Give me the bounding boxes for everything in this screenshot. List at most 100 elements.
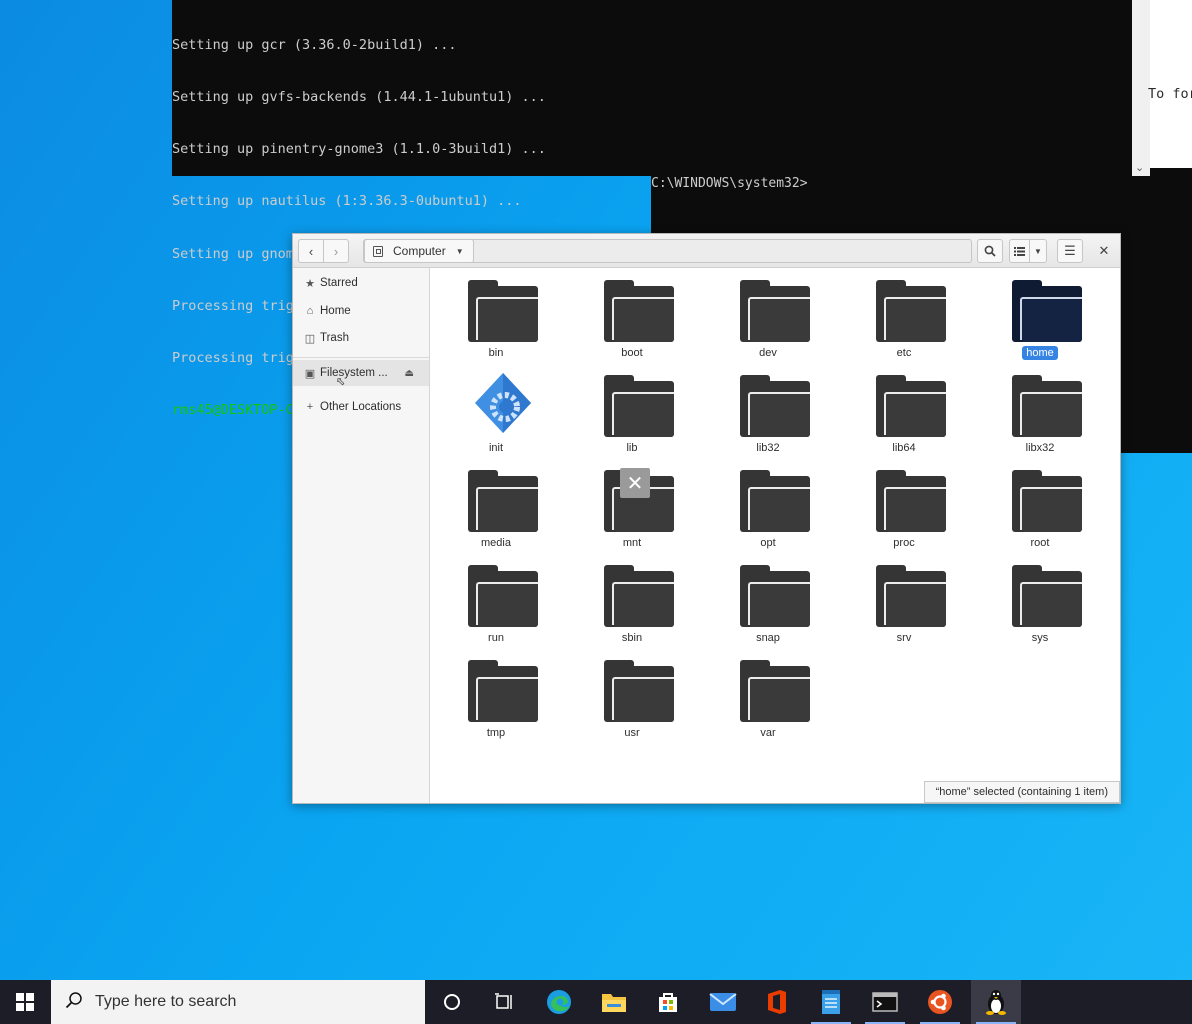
file-name: run (488, 632, 504, 644)
path-button-computer[interactable]: Computer ▼ (364, 239, 474, 263)
task-view-button[interactable] (479, 980, 529, 1024)
search-icon (65, 991, 87, 1014)
file-item-bin[interactable]: bin (431, 268, 541, 360)
sidebar-item-other-locations[interactable]: + Other Locations (293, 394, 429, 420)
view-options-button[interactable]: ▼ (1029, 239, 1047, 263)
caret-down-icon: ▼ (1034, 246, 1042, 256)
file-item-libx32[interactable]: libx32 (975, 363, 1085, 455)
linux-icon (986, 990, 1006, 1015)
file-item-init[interactable]: init (431, 363, 541, 455)
files-window[interactable]: ‹ › Computer ▼ ▼ ☰ ✕ ★ Starred ⌂ Home ◫ (292, 233, 1121, 804)
folder-icon (740, 470, 810, 532)
file-name: boot (621, 347, 643, 359)
sidebar-item-starred[interactable]: ★ Starred (293, 270, 429, 296)
file-item-etc[interactable]: etc (839, 268, 949, 360)
background-window-text: To for (1148, 86, 1192, 102)
file-name: sbin (621, 632, 643, 644)
terminal-line: Setting up gvfs-backends (1.44.1-1ubuntu… (172, 89, 546, 106)
file-name: var (760, 727, 776, 739)
sidebar-item-trash[interactable]: ◫ Trash (293, 325, 429, 351)
folder-icon (604, 660, 674, 722)
folder-icon (468, 565, 538, 627)
sidebar-item-label: Starred (320, 277, 358, 289)
file-name: snap (756, 632, 780, 644)
file-name: usr (624, 727, 640, 739)
file-item-dev[interactable]: dev (703, 268, 813, 360)
file-item-tmp[interactable]: tmp (431, 648, 541, 740)
file-item-label: proc (832, 537, 976, 549)
file-item-srv[interactable]: srv (839, 553, 949, 645)
sidebar-item-filesystem[interactable]: ▣ Filesystem ... ⏏ (293, 360, 429, 386)
file-item-snap[interactable]: snap (703, 553, 813, 645)
trash-icon: ◫ (304, 332, 316, 345)
terminal-line: Setting up nautilus (1:3.36.3-0ubuntu1) … (172, 193, 522, 210)
file-item-lib32[interactable]: lib32 (703, 363, 813, 455)
terminal-button[interactable] (860, 980, 910, 1024)
folder-icon (740, 660, 810, 722)
chevron-right-icon: › (333, 243, 339, 259)
store-button[interactable] (643, 980, 693, 1024)
eject-icon[interactable]: ⏏ (405, 368, 414, 379)
folder-icon (740, 375, 810, 437)
task-view-icon (495, 993, 512, 1009)
chevron-left-icon: ‹ (308, 243, 314, 259)
file-item-lib64[interactable]: lib64 (839, 363, 949, 455)
taskbar-search[interactable]: Type here to search (51, 980, 425, 1024)
office-button[interactable] (752, 980, 802, 1024)
file-item-media[interactable]: media (431, 458, 541, 550)
sidebar-item-home[interactable]: ⌂ Home (293, 298, 429, 324)
file-explorer-button[interactable] (589, 980, 639, 1024)
file-item-sbin[interactable]: sbin (567, 553, 677, 645)
file-name: lib64 (892, 442, 916, 454)
file-item-home[interactable]: home (975, 268, 1085, 360)
mouse-cursor-icon: ⬁ (336, 376, 346, 388)
file-item-sys[interactable]: sys (975, 553, 1085, 645)
file-item-lib[interactable]: lib (567, 363, 677, 455)
file-item-var[interactable]: var (703, 648, 813, 740)
linux-app-button[interactable] (971, 980, 1021, 1024)
ubuntu-button[interactable] (915, 980, 965, 1024)
terminal-line: Setting up pinentry-gnome3 (1.1.0-3build… (172, 141, 546, 158)
view-list-button[interactable] (1009, 239, 1030, 263)
drive-icon (373, 245, 383, 257)
cortana-button[interactable] (427, 980, 477, 1024)
path-label: Computer (393, 244, 446, 258)
hamburger-icon: ☰ (1064, 243, 1076, 258)
office-icon (768, 990, 786, 1014)
forward-button[interactable]: › (323, 239, 349, 263)
executable-gear-icon (471, 371, 535, 435)
cortana-icon (444, 994, 460, 1010)
file-name: libx32 (1025, 442, 1055, 454)
start-button[interactable] (0, 980, 50, 1024)
file-name: lib (626, 442, 638, 454)
file-item-proc[interactable]: proc (839, 458, 949, 550)
search-icon (984, 245, 996, 257)
file-item-usr[interactable]: usr (567, 648, 677, 740)
close-button[interactable]: ✕ (1093, 240, 1115, 262)
scroll-down-icon[interactable]: ⌄ (1135, 161, 1144, 174)
file-item-label: lib64 (832, 442, 976, 454)
sidebar-separator (293, 357, 429, 358)
mail-button[interactable] (698, 980, 748, 1024)
file-name: etc (896, 347, 912, 359)
file-item-label: sbin (560, 632, 704, 644)
file-item-label: run (424, 632, 568, 644)
wsl-terminal-window[interactable]: Setting up gcr (3.36.0-2build1) ... Sett… (172, 0, 1150, 418)
edge-button[interactable] (534, 980, 584, 1024)
file-item-run[interactable]: run (431, 553, 541, 645)
folder-icon (604, 565, 674, 627)
folder-icon (1012, 565, 1082, 627)
file-item-label: tmp (424, 727, 568, 739)
search-button[interactable] (977, 239, 1003, 263)
file-name: tmp (486, 727, 506, 739)
file-item-boot[interactable]: boot (567, 268, 677, 360)
back-button[interactable]: ‹ (298, 239, 324, 263)
file-item-root[interactable]: root (975, 458, 1085, 550)
file-item-opt[interactable]: opt (703, 458, 813, 550)
sidebar-item-label: Filesystem ... (320, 367, 388, 379)
notepad-button[interactable] (806, 980, 856, 1024)
edge-icon (547, 990, 571, 1014)
background-window (1150, 0, 1192, 168)
file-item-label: usr (560, 727, 704, 739)
menu-button[interactable]: ☰ (1057, 239, 1083, 263)
